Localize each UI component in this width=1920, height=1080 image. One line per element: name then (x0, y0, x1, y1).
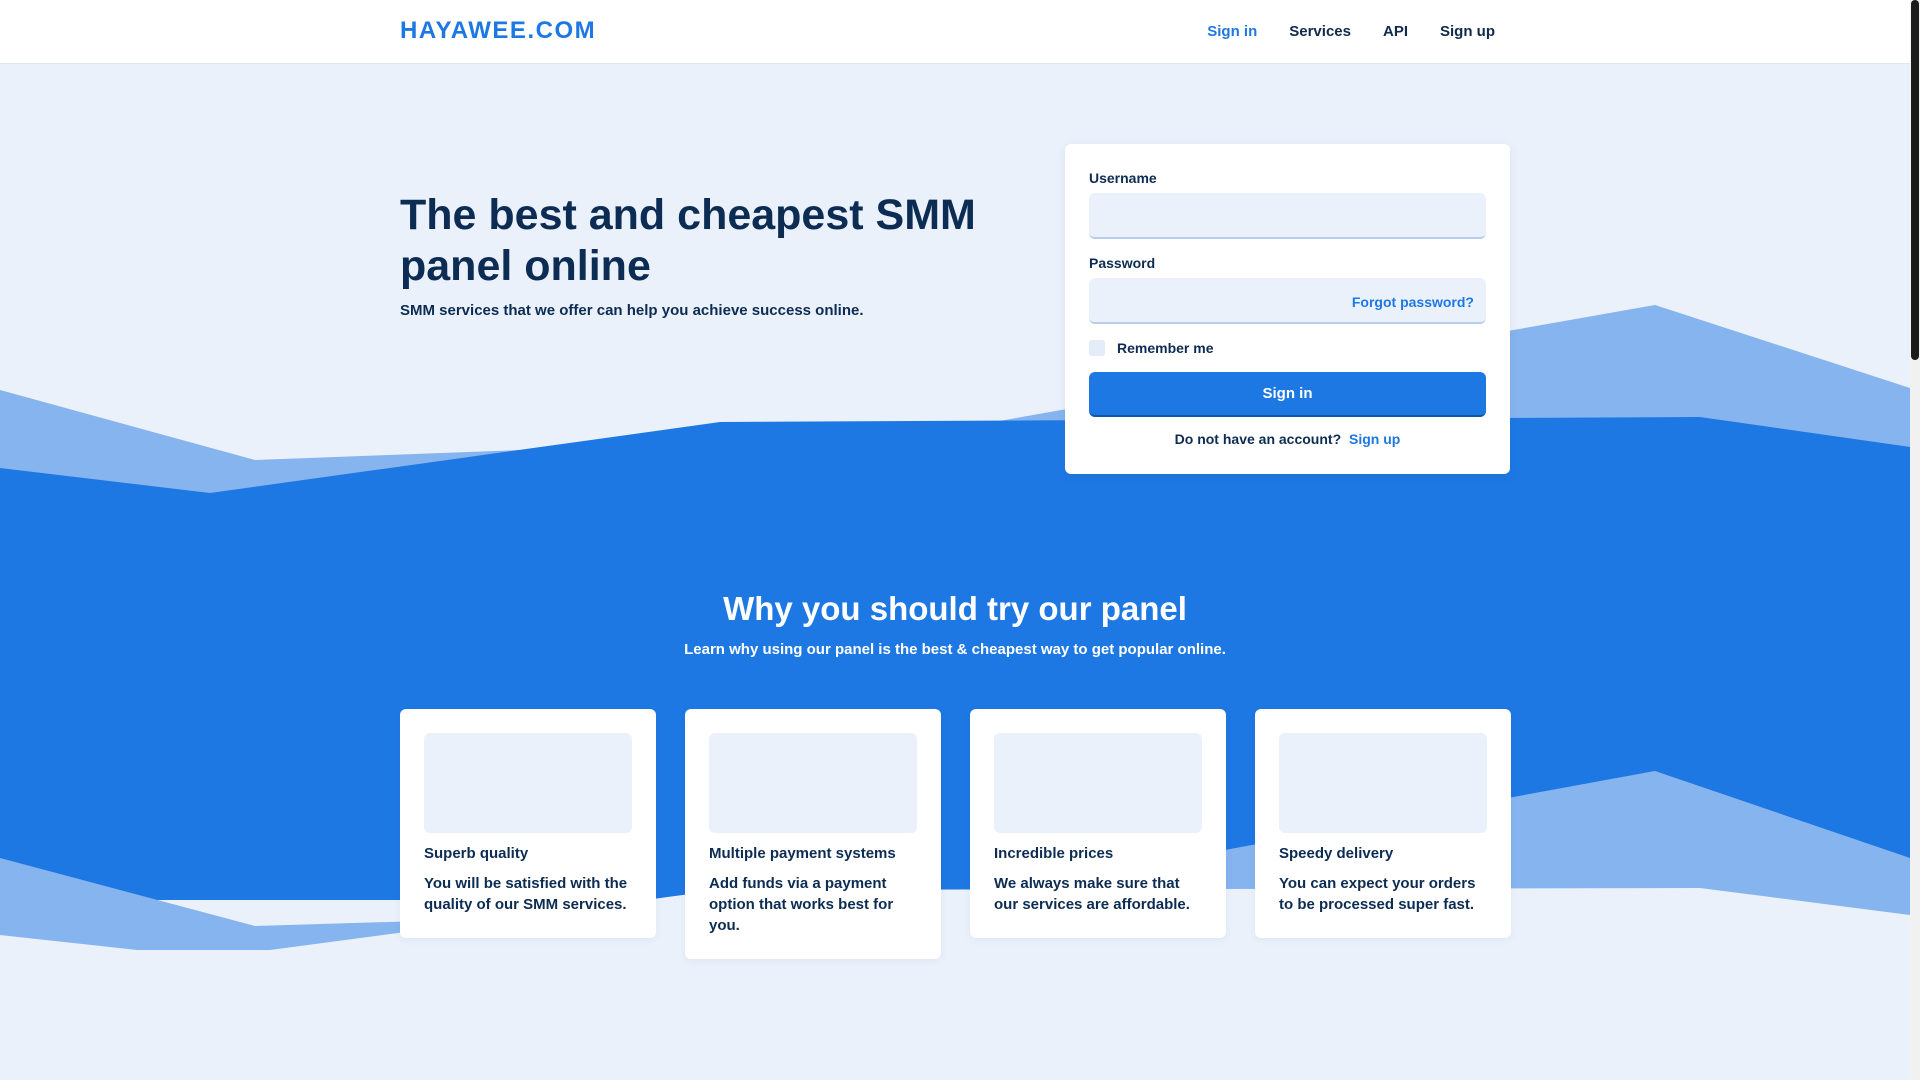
hero-subtitle: SMM services that we offer can help you … (400, 302, 864, 319)
password-label: Password (1089, 255, 1156, 271)
brand-logo[interactable]: HAYAWEE.COM (400, 17, 596, 45)
no-account-text: Do not have an account? (1174, 431, 1342, 447)
why-subtitle: Learn why using our panel is the best & … (684, 641, 1226, 658)
hero: The best and cheapest SMM panel online S… (400, 190, 990, 319)
remember-me-label[interactable]: Remember me (1117, 340, 1214, 356)
feature-card-quality: Superb quality You will be satisfied wit… (400, 709, 656, 938)
feature-image (424, 733, 632, 833)
feature-image (1279, 733, 1487, 833)
scrollbar-thumb[interactable] (1911, 0, 1919, 360)
signup-prompt: Do not have an account? Sign up (1065, 431, 1510, 447)
page: HAYAWEE.COM Sign in Services API Sign up… (0, 0, 1910, 1080)
nav-api[interactable]: API (1383, 23, 1408, 40)
nav-signin[interactable]: Sign in (1207, 23, 1257, 40)
feature-card-prices: Incredible prices We always make sure th… (970, 709, 1226, 938)
signin-button[interactable]: Sign in (1089, 372, 1486, 417)
username-input[interactable] (1089, 193, 1486, 239)
why-title: Why you should try our panel (723, 590, 1187, 627)
features-row: Superb quality You will be satisfied wit… (400, 709, 1511, 969)
feature-title: Multiple payment systems (709, 845, 896, 862)
login-card: Username Password Forgot password? Remem… (1065, 144, 1510, 474)
page-scrollbar[interactable] (1910, 0, 1920, 1080)
feature-image (994, 733, 1202, 833)
nav-signup[interactable]: Sign up (1440, 23, 1495, 40)
feature-desc: You will be satisfied with the quality o… (424, 875, 628, 913)
forgot-password-link[interactable]: Forgot password? (1352, 294, 1474, 310)
feature-card-delivery: Speedy delivery You can expect your orde… (1255, 709, 1511, 938)
feature-desc: Add funds via a payment option that work… (709, 875, 894, 934)
feature-title: Incredible prices (994, 845, 1114, 862)
nav-services[interactable]: Services (1289, 23, 1351, 40)
nav-links: Sign in Services API Sign up (1207, 0, 1495, 63)
feature-title: Speedy delivery (1279, 845, 1394, 862)
feature-desc: We always make sure that our services ar… (994, 875, 1190, 913)
feature-desc: You can expect your orders to be process… (1279, 875, 1476, 913)
signup-link[interactable]: Sign up (1349, 431, 1400, 447)
feature-image (709, 733, 917, 833)
feature-card-payment: Multiple payment systems Add funds via a… (685, 709, 941, 959)
remember-me-checkbox[interactable] (1089, 340, 1105, 356)
username-label: Username (1089, 170, 1157, 186)
hero-title: The best and cheapest SMM panel online (400, 191, 976, 290)
top-navbar: HAYAWEE.COM Sign in Services API Sign up (0, 0, 1910, 64)
feature-title: Superb quality (424, 845, 529, 862)
